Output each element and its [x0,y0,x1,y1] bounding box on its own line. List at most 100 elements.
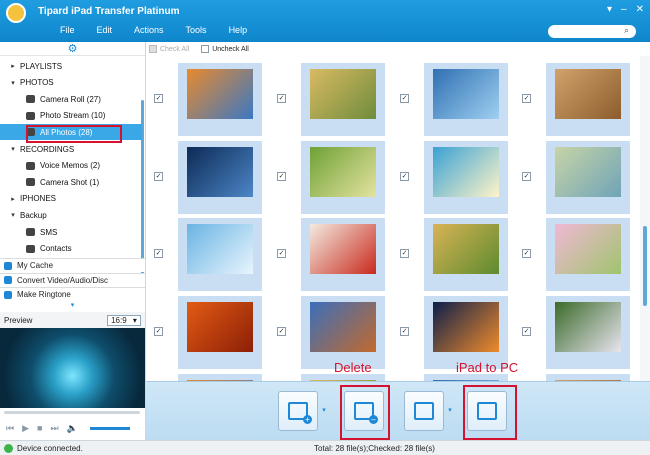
volume-icon[interactable]: 🔈 [67,423,78,434]
photo-thumbnail[interactable] [424,296,508,369]
photo-checkbox[interactable]: ✓ [400,327,409,336]
photo-checkbox[interactable]: ✓ [277,94,286,103]
photo-checkbox[interactable]: ✓ [522,327,531,336]
photo-checkbox[interactable]: ✓ [277,172,286,181]
photo-checkbox[interactable]: ✓ [154,327,163,336]
expand-arrow-icon[interactable]: ▾ [6,79,20,87]
settings-gear-icon[interactable]: ⚙ [0,42,145,56]
menu-edit[interactable]: Edit [97,25,113,35]
search-input[interactable] [548,25,636,38]
photo-thumbnail[interactable] [546,141,630,214]
add-dropdown-icon[interactable]: ▾ [319,391,329,431]
photo-thumbnail[interactable] [178,218,262,291]
photo-checkbox[interactable]: ✓ [154,94,163,103]
expand-arrow-icon[interactable]: ▾ [6,211,20,219]
plus-icon: + [303,415,312,424]
photo-thumbnail[interactable] [424,374,508,381]
play-icon[interactable]: ▶ [22,423,29,434]
photo-checkbox[interactable]: ✓ [400,172,409,181]
transfer-to-device-button[interactable] [404,391,444,431]
photo-thumbnail[interactable] [178,141,262,214]
photo-checkbox[interactable]: ✓ [400,94,409,103]
photo-checkbox[interactable]: ✓ [522,249,531,258]
sidebar-item[interactable]: ▸ IPHONES [0,191,142,207]
dropdown-icon[interactable]: ▾ [607,4,612,15]
uncheck-all-checkbox[interactable] [201,45,210,53]
sidebar-item-label: Backup [20,210,47,220]
sidebar-tool[interactable]: My Cache [0,258,145,272]
expand-arrow-icon[interactable]: ▸ [6,195,20,203]
photo-thumbnail[interactable] [546,296,630,369]
photo-thumbnail[interactable] [546,218,630,291]
sidebar-item[interactable]: Camera Roll (27) [0,91,142,107]
menu-actions[interactable]: Actions [134,25,164,35]
sidebar-tool[interactable]: Convert Video/Audio/Disc [0,272,145,287]
check-all[interactable]: Check All [149,45,189,53]
photo-checkbox[interactable]: ✓ [154,249,163,258]
photo-checkbox[interactable]: ✓ [277,249,286,258]
photo-thumbnail[interactable] [546,63,630,136]
app-title: Tipard iPad Transfer Platinum [38,6,180,17]
sidebar-item[interactable]: ▾ PHOTOS [0,75,142,91]
stop-icon[interactable]: ■ [37,423,42,433]
close-button[interactable]: ✕ [636,4,644,15]
app-logo [6,3,26,23]
photo-thumbnail[interactable] [178,296,262,369]
sidebar-item[interactable]: SMS [0,224,142,240]
photo-image [433,224,499,274]
menu-tools[interactable]: Tools [186,25,207,35]
aspect-ratio-select[interactable]: 16:9 ▾ [107,314,141,326]
photo-checkbox[interactable]: ✓ [277,327,286,336]
sidebar-item[interactable]: Contacts [0,241,142,257]
minimize-button[interactable]: – [621,4,627,15]
sidebar-item[interactable]: Voice Memos (2) [0,158,142,174]
transfer-dropdown-icon[interactable]: ▾ [445,391,455,431]
menu-help[interactable]: Help [229,25,248,35]
photo-checkbox[interactable]: ✓ [400,249,409,258]
volume-slider[interactable] [89,426,130,430]
search-icon[interactable]: ⌕ [624,25,629,36]
photo-thumbnail[interactable] [301,374,385,381]
previous-icon[interactable]: ⏮ [6,423,14,434]
sidebar-item-label: PLAYLISTS [20,61,63,71]
menu-file[interactable]: File [60,25,75,35]
photo-thumbnail[interactable] [424,141,508,214]
photo-checkbox[interactable]: ✓ [154,172,163,181]
expand-arrow-icon[interactable]: ▾ [0,302,145,310]
photo-thumbnail[interactable] [178,374,262,381]
photo-thumbnail[interactable] [424,63,508,136]
expand-arrow-icon[interactable]: ▾ [6,145,20,153]
photo-grid: ✓✓✓✓✓✓✓✓✓✓✓✓✓✓✓✓✓✓✓✓ [146,56,640,381]
window-controls: ▾ – ✕ [607,4,644,15]
photo-thumbnail[interactable] [424,218,508,291]
photo-image [555,224,621,274]
uncheck-all[interactable]: Uncheck All [201,45,249,53]
sidebar-item-label: IPHONES [20,194,57,204]
album-icon [26,228,35,236]
scrollbar-thumb[interactable] [643,226,647,306]
photo-thumbnail[interactable] [301,63,385,136]
highlight-ipad-to-pc [463,385,517,440]
sidebar-item[interactable]: ▾ Backup [0,207,142,223]
photo-thumbnail[interactable] [301,218,385,291]
playback-progress[interactable] [4,411,140,414]
add-media-button[interactable]: + [278,391,318,431]
sidebar-item[interactable]: ▸ PLAYLISTS [0,58,142,74]
photo-thumbnail[interactable] [301,141,385,214]
photo-checkbox[interactable]: ✓ [522,172,531,181]
preview-label: Preview [4,315,33,325]
sidebar-item[interactable]: ▾ RECORDINGS [0,141,142,157]
photo-thumbnail[interactable] [546,374,630,381]
sidebar-tool[interactable]: Make Ringtone [0,287,145,301]
album-icon [26,244,35,253]
ipad-to-pc-annotation: iPad to PC [456,360,519,375]
expand-arrow-icon[interactable]: ▸ [6,62,20,70]
next-icon[interactable]: ⏭ [50,423,58,434]
check-all-checkbox[interactable] [149,45,157,53]
grid-scrollbar[interactable] [640,56,650,381]
sidebar-item[interactable]: Camera Shot (1) [0,174,142,190]
sidebar-item[interactable]: Photo Stream (10) [0,108,142,124]
photo-checkbox[interactable]: ✓ [522,94,531,103]
photo-thumbnail[interactable] [178,63,262,136]
photo-thumbnail[interactable] [301,296,385,369]
